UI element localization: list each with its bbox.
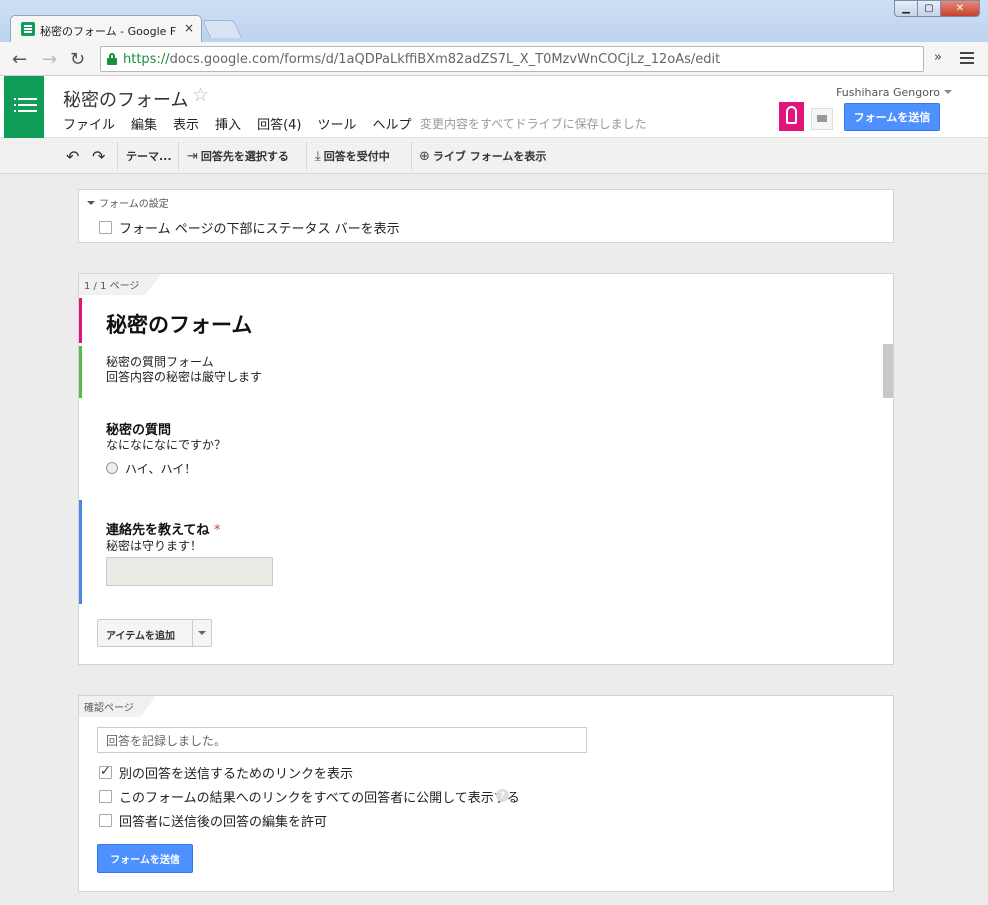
destination-icon: ⇥: [187, 148, 198, 164]
avatar-icon[interactable]: [779, 102, 804, 130]
menu-responses[interactable]: 回答(4): [257, 114, 301, 133]
url-input[interactable]: https://docs.google.com/forms/d/1aQDPaLk…: [100, 46, 924, 72]
form-description[interactable]: 秘密の質問フォーム 回答内容の秘密は厳守します: [106, 355, 262, 385]
toolbar-divider: [411, 142, 412, 170]
forms-menu-icon[interactable]: [4, 76, 44, 138]
document-title[interactable]: 秘密のフォーム: [63, 86, 188, 112]
window-controls: ▁ ▢ ✕: [894, 0, 980, 17]
another-response-label: 別の回答を送信するためのリンクを表示: [119, 767, 354, 782]
new-tab-button[interactable]: [201, 20, 243, 38]
url-path: docs.google.com/forms/d/1aQDPaLkffiBXm82…: [169, 52, 721, 67]
add-item-label: アイテムを追加: [106, 631, 175, 642]
download-icon: ⤓: [315, 148, 321, 164]
toolbar-divider: [306, 142, 307, 170]
star-icon[interactable]: ☆: [192, 84, 209, 106]
undo-icon[interactable]: ↶: [66, 138, 79, 174]
lock-icon: [107, 53, 117, 65]
scrollbar-thumb[interactable]: [883, 344, 893, 398]
avatar-underline: [779, 128, 804, 131]
reload-icon[interactable]: ↻: [70, 49, 85, 70]
menu-view[interactable]: 表示: [173, 114, 199, 133]
chevron-down-icon[interactable]: [198, 631, 206, 639]
url-scheme: https://: [123, 52, 170, 67]
form-page-panel: 1 / 1 ページ 秘密のフォーム 秘密の質問フォーム 回答内容の秘密は厳守しま…: [78, 273, 894, 665]
forward-icon[interactable]: →: [42, 49, 57, 70]
chrome-menu-icon[interactable]: [960, 52, 974, 67]
menu-help[interactable]: ヘルプ: [373, 114, 412, 133]
form-settings-panel: フォームの設定 フォーム ページの下部にステータス バーを表示: [78, 189, 894, 243]
tab-title: 秘密のフォーム - Google F: [40, 25, 177, 38]
menu-edit[interactable]: 編集: [131, 114, 157, 133]
menu-bar: ファイル 編集 表示 挿入 回答(4) ツール ヘルプ: [63, 114, 428, 133]
editor-toolbar: ↶ ↷ テーマ... ⇥ 回答先を選択する ⤓ 回答を受付中 ⊕ ライブ フォームを表…: [0, 138, 988, 174]
choose-destination-button[interactable]: ⇥ 回答先を選択する: [187, 138, 289, 174]
question-2-title-text: 連絡先を教えてね: [106, 523, 210, 538]
progress-bar-checkbox[interactable]: [99, 221, 112, 234]
redo-icon[interactable]: ↷: [92, 138, 105, 174]
question-2-title[interactable]: 連絡先を教えてね *: [106, 519, 220, 538]
question-2-text-input[interactable]: [106, 557, 273, 586]
accepting-label: 回答を受付中: [323, 150, 390, 163]
form-settings-toggle[interactable]: フォームの設定: [87, 195, 169, 210]
add-item-divider: [192, 620, 193, 646]
progress-bar-label: フォーム ページの下部にステータス バーを表示: [119, 222, 400, 237]
question-1-help: なになになにですか？: [106, 438, 227, 452]
browser-titlebar: 秘密のフォーム - Google F × ▁ ▢ ✕: [0, 0, 988, 43]
toolbar-divider: [117, 142, 118, 170]
help-icon[interactable]: ?: [496, 789, 509, 802]
menu-insert[interactable]: 挿入: [215, 114, 241, 133]
bookmarks-overflow-icon[interactable]: »: [934, 50, 942, 65]
accepting-responses-button[interactable]: ⤓ 回答を受付中: [315, 138, 390, 174]
question-1-radio[interactable]: [106, 462, 118, 474]
question-2-accent-bar: [79, 500, 82, 604]
forms-header: 秘密のフォーム ☆ ファイル 編集 表示 挿入 回答(4) ツール ヘルプ 変更…: [0, 76, 988, 138]
choose-destination-label: 回答先を選択する: [200, 150, 289, 163]
question-2-help: 秘密は守ります！: [106, 539, 203, 553]
theme-button[interactable]: テーマ...: [126, 138, 172, 174]
user-account-menu[interactable]: Fushihara Gengoro: [836, 86, 952, 99]
tab-close-icon[interactable]: ×: [184, 21, 194, 35]
document-favicon-icon: [21, 22, 35, 36]
add-item-button[interactable]: アイテムを追加: [97, 619, 212, 647]
title-accent-bar: [79, 298, 82, 343]
allow-edit-checkbox[interactable]: [99, 814, 112, 827]
form-title[interactable]: 秘密のフォーム: [106, 309, 252, 339]
view-live-form-button[interactable]: ⊕ ライブ フォームを表示: [419, 138, 546, 174]
send-form-button[interactable]: フォームを送信: [844, 103, 940, 131]
publish-results-label: このフォームの結果へのリンクをすべての回答者に公開して表示する: [119, 791, 520, 806]
required-mark: *: [213, 523, 221, 538]
close-window-button[interactable]: ✕: [940, 0, 980, 17]
publish-results-checkbox[interactable]: [99, 790, 112, 803]
confirmation-page-panel: 確認ページ 回答を記録しました。 別の回答を送信するためのリンクを表示 このフォ…: [78, 695, 894, 892]
address-bar: ← → ↻ https://docs.google.com/forms/d/1a…: [0, 42, 988, 76]
page-indicator: 1 / 1 ページ: [79, 274, 162, 295]
back-icon[interactable]: ←: [12, 49, 27, 70]
comment-icon[interactable]: [811, 108, 833, 130]
menu-file[interactable]: ファイル: [63, 114, 115, 133]
confirmation-message-input[interactable]: 回答を記録しました。: [97, 727, 587, 753]
save-status: 変更内容をすべてドライブに保存しました: [420, 117, 647, 131]
description-line-2: 回答内容の秘密は厳守します: [106, 370, 263, 384]
allow-edit-label: 回答者に送信後の回答の編集を許可: [119, 815, 328, 830]
question-1-option-label: ハイ、ハイ！: [125, 462, 197, 476]
confirmation-page-indicator: 確認ページ: [79, 696, 156, 717]
submit-form-button[interactable]: フォームを送信: [97, 844, 193, 873]
minimize-button[interactable]: ▁: [894, 0, 918, 17]
menu-tools[interactable]: ツール: [317, 114, 356, 133]
browser-tab[interactable]: 秘密のフォーム - Google F ×: [10, 15, 202, 43]
description-accent-bar: [79, 346, 82, 398]
globe-link-icon: ⊕: [419, 148, 430, 164]
maximize-button[interactable]: ▢: [917, 0, 941, 17]
another-response-checkbox[interactable]: [99, 764, 112, 779]
toolbar-divider: [178, 142, 179, 170]
view-live-label: ライブ フォームを表示: [432, 150, 547, 163]
description-line-1: 秘密の質問フォーム: [106, 355, 214, 369]
